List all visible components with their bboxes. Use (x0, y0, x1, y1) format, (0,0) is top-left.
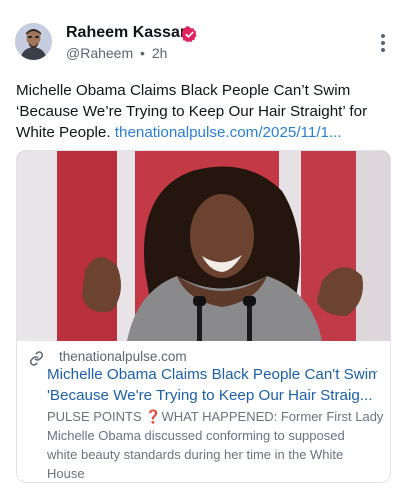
card-desc-prefix: PULSE POINTS (47, 409, 146, 424)
card-description: PULSE POINTS ❓WHAT HAPPENED: Former Firs… (47, 407, 383, 482)
link-icon (29, 351, 44, 366)
post-link[interactable]: thenationalpulse.com/2025/11/1... (115, 124, 342, 141)
card-desc-line: PULSE POINTS ❓WHAT HAPPENED: Former Firs… (47, 407, 383, 426)
avatar[interactable] (15, 23, 52, 60)
post-time[interactable]: 2h (152, 45, 168, 61)
link-preview-card[interactable]: thenationalpulse.com Michelle Obama Clai… (16, 150, 391, 483)
post-text: Michelle Obama Claims Black People Can’t… (16, 80, 396, 143)
more-dot (381, 41, 385, 45)
card-desc-line: House (47, 466, 85, 481)
avatar-image (15, 23, 52, 60)
card-title-line: 'Because We're Trying to Keep Our Hair S… (47, 387, 373, 404)
post-container: Raheem Kassam @Raheem • 2h Michelle Obam… (0, 0, 407, 500)
more-dot (381, 48, 385, 52)
card-image (17, 151, 390, 341)
card-desc-suffix: WHAT HAPPENED: Former First Lady (161, 409, 384, 424)
question-mark-icon: ❓ (145, 409, 162, 424)
card-title[interactable]: Michelle Obama Claims Black People Can't… (47, 364, 377, 406)
author-name[interactable]: Raheem Kassam (66, 24, 194, 42)
card-domain: thenationalpulse.com (59, 349, 187, 364)
handle-row: @Raheem • 2h (66, 45, 167, 61)
separator-dot: • (140, 45, 145, 61)
card-desc-line: white beauty standards during her time i… (47, 447, 344, 462)
more-options-button[interactable] (379, 34, 387, 54)
card-desc-line: Michelle Obama discussed conforming to s… (47, 428, 345, 443)
more-vertical-icon (381, 34, 385, 38)
verified-badge-icon (181, 25, 198, 43)
card-title-line: Michelle Obama Claims Black People Can't… (47, 366, 377, 383)
author-handle[interactable]: @Raheem (66, 45, 133, 61)
